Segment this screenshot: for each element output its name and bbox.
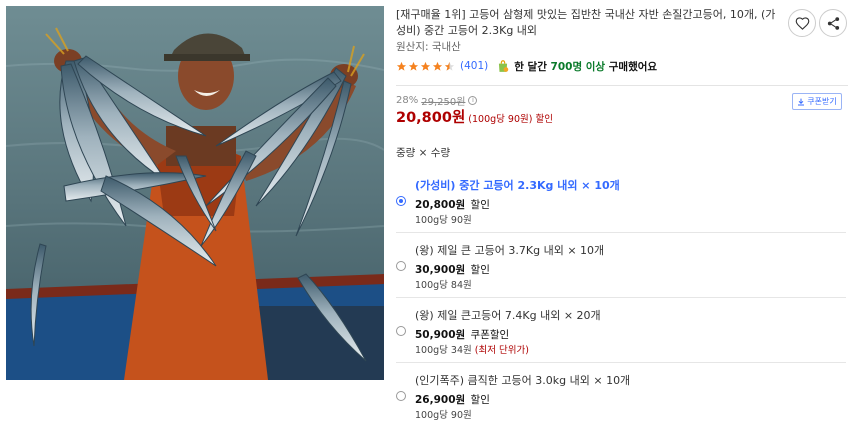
star-half-icon <box>444 61 455 71</box>
star-icon <box>408 61 419 71</box>
option-radio[interactable] <box>396 196 406 206</box>
option-item[interactable]: (왕) 제일 큰고등어 7.4Kg 내외 × 20개 50,900원 쿠폰할인 … <box>396 298 846 363</box>
wishlist-button[interactable] <box>788 9 816 37</box>
option-price: 26,900원 할인 <box>415 394 490 406</box>
buyers-count: 700명 이상 <box>550 60 606 73</box>
option-price: 50,900원 쿠폰할인 <box>415 329 510 341</box>
unit-price-note: (100g당 90원) 할인 <box>468 114 553 125</box>
option-unit-price: 100g당 90원 <box>415 410 472 421</box>
star-icon <box>396 61 407 71</box>
product-origin: 원산지: 국내산 <box>396 41 461 53</box>
option-list: (가성비) 중간 고등어 2.3Kg 내외 × 10개 20,800원 할인 1… <box>396 168 846 427</box>
option-price: 30,900원 할인 <box>415 264 490 276</box>
rating-row: (401) 한 달간 700명 이상 구매했어요 <box>396 58 657 74</box>
option-price: 20,800원 할인 <box>415 199 490 211</box>
divider <box>396 85 848 86</box>
coupon-label: 쿠폰받기 <box>807 97 837 106</box>
review-count-link[interactable]: (401) <box>460 60 488 72</box>
lowest-unit-price-badge: (최저 단위가) <box>474 345 529 356</box>
shopping-bag-icon <box>499 60 509 72</box>
product-info-panel: [재구매율 1위] 고등어 삼형제 맛있는 집반찬 국내산 자반 손질간고등어,… <box>396 0 848 427</box>
monthly-buyers-text: 한 달간 700명 이상 구매했어요 <box>514 60 658 73</box>
fisherman-photo <box>6 6 384 380</box>
star-icon <box>420 61 431 71</box>
option-radio[interactable] <box>396 326 406 336</box>
discount-percent: 28% <box>396 95 419 106</box>
option-radio[interactable] <box>396 391 406 401</box>
option-item[interactable]: (가성비) 중간 고등어 2.3Kg 내외 × 10개 20,800원 할인 1… <box>396 168 846 233</box>
option-item[interactable]: (왕) 제일 큰 고등어 3.7Kg 내외 × 10개 30,900원 할인 1… <box>396 233 846 298</box>
product-image[interactable] <box>6 6 384 380</box>
option-unit-price: 100g당 34원 (최저 단위가) <box>415 345 529 356</box>
product-title: [재구매율 1위] 고등어 삼형제 맛있는 집반찬 국내산 자반 손질간고등어,… <box>396 8 776 37</box>
sale-price: 20,800원 <box>396 110 466 126</box>
option-name: (왕) 제일 큰 고등어 3.7Kg 내외 × 10개 <box>415 244 605 257</box>
download-icon <box>798 98 805 105</box>
option-name: (인기폭주) 큼직한 고등어 3.0kg 내외 × 10개 <box>415 374 631 387</box>
option-unit-price: 100g당 84원 <box>415 280 472 291</box>
price-row: 20,800원 (100g당 90원) 할인 <box>396 106 553 127</box>
heart-icon <box>795 16 809 30</box>
star-icon <box>432 61 443 71</box>
coupon-download-button[interactable]: 쿠폰받기 <box>792 93 842 110</box>
share-icon <box>827 16 839 30</box>
option-group-label: 중량 × 수량 <box>396 147 451 159</box>
info-icon[interactable]: i <box>468 96 478 105</box>
option-name: (왕) 제일 큰고등어 7.4Kg 내외 × 20개 <box>415 309 601 322</box>
option-name: (가성비) 중간 고등어 2.3Kg 내외 × 10개 <box>415 179 620 192</box>
option-item[interactable]: (인기폭주) 큼직한 고등어 3.0kg 내외 × 10개 26,900원 할인… <box>396 363 846 427</box>
rating-stars[interactable] <box>396 61 455 72</box>
option-radio[interactable] <box>396 261 406 271</box>
share-button[interactable] <box>819 9 847 37</box>
option-unit-price: 100g당 90원 <box>415 215 472 226</box>
